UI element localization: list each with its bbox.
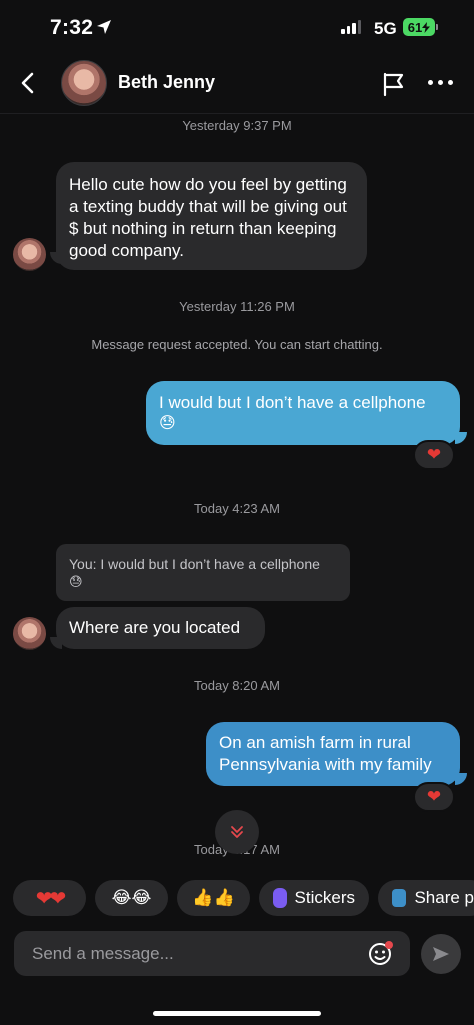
report-flag-icon[interactable] [380, 70, 408, 98]
bubble-tail [50, 252, 62, 264]
contact-name[interactable]: Beth Jenny [118, 72, 215, 93]
timestamp: Today 4:23 AM [194, 501, 280, 516]
contact-avatar[interactable] [61, 60, 107, 106]
message-text: On an amish farm in rural Pennsylvania w… [219, 733, 432, 774]
bubble-tail [50, 637, 62, 649]
message-text: I would but I don’t have a cellphone [159, 393, 426, 412]
message-composer [14, 931, 410, 976]
message-emoji: 😓 [159, 415, 176, 432]
timestamp: Today 8:20 AM [194, 678, 280, 693]
incoming-message[interactable]: Hello cute how do you feel by getting a … [56, 162, 367, 270]
signal-strength-icon [341, 20, 361, 34]
bubble-tail [455, 432, 467, 444]
battery-tip [436, 24, 438, 30]
scroll-to-bottom-button[interactable] [215, 810, 259, 854]
bubble-tail [455, 773, 467, 785]
message-input[interactable] [14, 931, 364, 976]
quick-reply-thumbs-up[interactable]: 👍👍 [177, 880, 250, 916]
outgoing-message[interactable]: I would but I don’t have a cellphone 😓 [146, 381, 460, 445]
system-message: Message request accepted. You can start … [91, 337, 383, 352]
timestamp: Yesterday 9:37 PM [182, 118, 292, 133]
heart-icon: ❤ [426, 787, 442, 806]
battery-level: 61 [407, 19, 423, 35]
quoted-emoji: 😓 [69, 574, 83, 589]
home-indicator[interactable] [153, 1011, 321, 1016]
status-bar: 7:32 5G 61 [0, 0, 474, 56]
quoted-reply[interactable]: You: I would but I don’t have a cellphon… [56, 544, 350, 601]
quoted-text: You: I would but I don’t have a cellphon… [69, 556, 320, 572]
chat-header: Beth Jenny [0, 56, 474, 114]
stickers-button[interactable]: Stickers [259, 880, 369, 916]
quick-reply-hearts[interactable]: ❤❤ [13, 880, 86, 916]
chevron-left-icon [21, 72, 34, 94]
sticker-icon [273, 888, 287, 908]
incoming-message[interactable]: Where are you located [56, 607, 265, 649]
sender-avatar[interactable] [13, 238, 46, 271]
share-button[interactable]: Share p [378, 880, 474, 916]
back-button[interactable] [12, 66, 42, 100]
outgoing-message[interactable]: On an amish farm in rural Pennsylvania w… [206, 722, 460, 786]
network-type: 5G [374, 19, 397, 38]
heart-reaction[interactable]: ❤ [413, 782, 455, 812]
quick-reply-row: ❤❤ 😂😂 👍👍 Stickers Share p [13, 880, 474, 916]
sender-avatar[interactable] [13, 617, 46, 650]
message-text: Where are you located [69, 618, 241, 637]
location-arrow-icon [97, 20, 111, 34]
sticker-picker-icon[interactable] [368, 940, 394, 966]
status-time: 7:32 [50, 16, 94, 39]
heart-reaction[interactable]: ❤ [413, 440, 455, 470]
send-arrow-icon [433, 947, 449, 961]
message-text: Hello cute how do you feel by getting a … [69, 175, 347, 260]
battery-icon: 61 [403, 18, 435, 36]
stickers-label: Stickers [294, 888, 355, 907]
heart-icon: ❤ [426, 445, 442, 464]
send-button[interactable] [421, 934, 461, 974]
double-chevron-down-icon [231, 826, 243, 838]
share-label: Share p [414, 888, 474, 907]
timestamp: Yesterday 11:26 PM [179, 299, 295, 314]
more-options-button[interactable] [428, 80, 453, 85]
quick-reply-laugh[interactable]: 😂😂 [95, 880, 168, 916]
share-icon [392, 889, 407, 907]
charging-bolt-icon [422, 21, 431, 33]
